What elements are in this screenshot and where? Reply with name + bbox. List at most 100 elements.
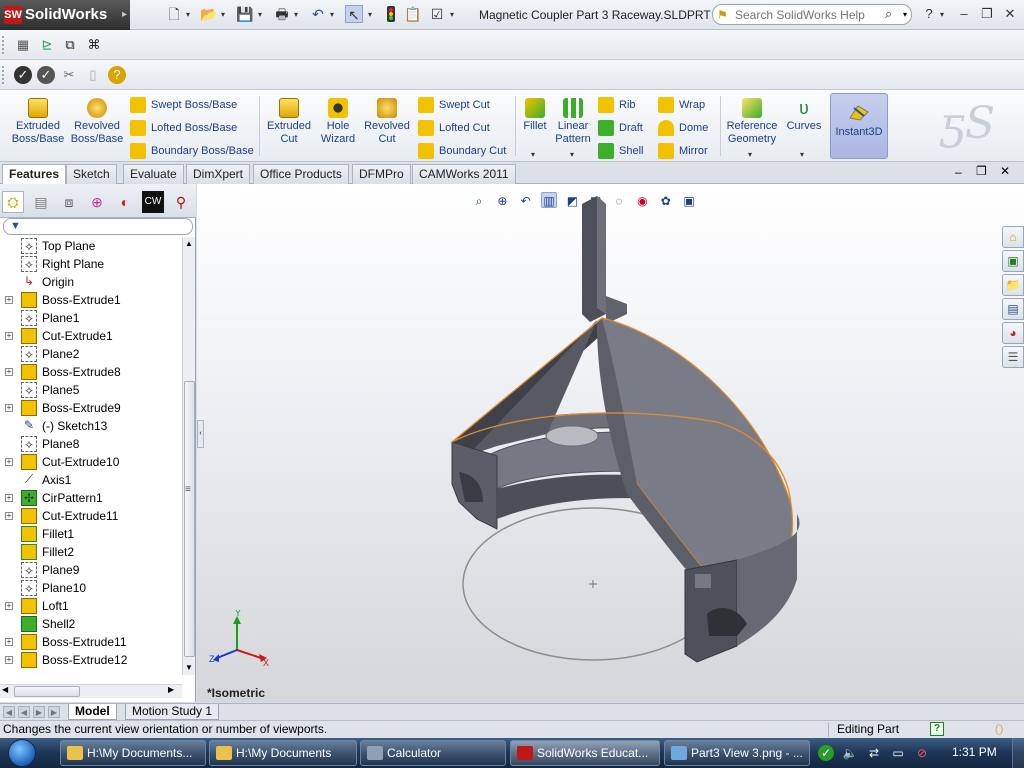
file-properties-icon[interactable]: 📋 [404,5,422,23]
expand-icon[interactable]: + [5,512,13,520]
fillet-dropdown-icon[interactable]: ▾ [531,150,535,159]
first-tab-icon[interactable]: ◀ [3,706,15,718]
tree-item[interactable]: + Boss-Extrude9 [0,399,182,417]
appearances-icon[interactable]: ◕ [1002,322,1024,344]
expand-icon[interactable]: + [5,494,13,502]
draft-button[interactable]: Draft [598,119,643,137]
mirror-button[interactable]: Mirror [658,142,708,160]
tree-item[interactable]: ⟡ Plane2 [0,345,182,363]
dimxpert-tab-icon[interactable]: ⊕ [86,191,108,213]
rebuild-check-icon[interactable]: ✓ [37,66,55,84]
reference-dropdown-icon[interactable]: ▾ [748,150,752,159]
taskbar-item[interactable]: Part3 View 3.png - ... [664,740,810,766]
tree-item[interactable]: + Cut-Extrude11 [0,507,182,525]
pattern-dropdown-icon[interactable]: ▾ [570,150,574,159]
dfmpro-tab-icon[interactable]: ⚲ [170,191,192,213]
search-icon[interactable]: ⌕ [885,6,892,22]
ok-icon[interactable]: ✓ [14,66,32,84]
feature-tree-tab-icon[interactable]: ⛭ [2,191,24,213]
view-palette-icon[interactable]: ▤ [1002,298,1024,320]
swept-boss-button[interactable]: Swept Boss/Base [130,96,237,114]
file-explorer-icon[interactable]: 📁 [1002,274,1024,296]
expand-icon[interactable]: + [5,404,13,412]
tree-item[interactable]: + Boss-Extrude11 [0,633,182,651]
fillet-button[interactable]: Fillet [520,98,550,133]
lofted-boss-button[interactable]: Lofted Boss/Base [130,119,237,137]
revolved-boss-button[interactable]: Revolved Boss/Base [70,98,124,146]
undo-icon[interactable]: ↶ [309,5,327,23]
boundary-boss-button[interactable]: Boundary Boss/Base [130,142,254,160]
rebuild-icon[interactable] [382,5,400,23]
expand-icon[interactable]: + [5,332,13,340]
tree-vertical-scrollbar[interactable]: ▲ ▼ [182,237,195,675]
tree-item[interactable]: Fillet2 [0,543,182,561]
expand-icon[interactable]: + [5,296,13,304]
dimension-icon[interactable]: ⌘ [85,36,103,54]
tree-item[interactable]: ⟡ Right Plane [0,255,182,273]
graphics-area[interactable]: ⌕ ⊕ ↶ ▥ ◩ ◧ ◌ ◉ ✿ ▣ [197,184,1024,702]
security-icon[interactable]: ✓ [818,745,834,761]
collapse-panel-icon[interactable]: ‹ [197,420,204,448]
lofted-cut-button[interactable]: Lofted Cut [418,119,490,137]
last-tab-icon[interactable]: ▶ [48,706,60,718]
tab-features[interactable]: Features [2,164,67,185]
expand-icon[interactable]: + [5,602,13,610]
tab-office-products[interactable]: Office Products [253,164,349,184]
options-dropdown-icon[interactable]: ▾ [450,10,454,19]
doc-minimize-button[interactable]: – [955,165,962,179]
solidworks-menu-button[interactable]: SW SolidWorks ▸ [0,0,130,30]
help-dropdown-icon[interactable]: ▾ [940,10,944,19]
instant3d-button[interactable]: Instant3D [830,93,888,159]
tree-item[interactable]: + Boss-Extrude12 [0,651,182,669]
search-dropdown-icon[interactable]: ▾ [903,10,907,19]
clock[interactable]: 1:31 PM [952,745,997,759]
curves-button[interactable]: ʋ Curves [784,98,824,133]
dome-button[interactable]: Dome [658,119,708,137]
expand-icon[interactable]: + [5,638,13,646]
help-button[interactable]: ? [920,6,938,22]
network-disconnected-icon[interactable]: ⊘ [914,745,930,761]
open-folder-icon[interactable]: 📂 [200,5,218,23]
new-document-icon[interactable]: 🗋 [165,5,183,23]
scroll-down-icon[interactable]: ▼ [185,663,193,672]
expand-icon[interactable]: + [5,368,13,376]
show-desktop-button[interactable] [1012,738,1024,768]
hole-wizard-button[interactable]: Hole Wizard [316,98,360,146]
doc-restore-button[interactable]: ❐ [976,164,987,178]
scroll-left-icon[interactable]: ◀ [2,685,8,694]
wrap-button[interactable]: Wrap [658,96,705,114]
boundary-cut-button[interactable]: Boundary Cut [418,142,506,160]
quick-tips-icon[interactable]: ? [930,722,944,736]
rib-button[interactable]: Rib [598,96,636,114]
tree-item[interactable]: + Cut-Extrude1 [0,327,182,345]
swept-cut-button[interactable]: Swept Cut [418,96,490,114]
tree-item[interactable]: ↳ Origin [0,273,182,291]
prev-tab-icon[interactable]: ◀ [18,706,30,718]
tree-item[interactable]: + Boss-Extrude1 [0,291,182,309]
tab-dfmpro[interactable]: DFMPro [352,164,411,184]
start-button[interactable] [4,738,46,768]
tree-item[interactable]: ⟡ Plane9 [0,561,182,579]
tree-item[interactable]: Fillet1 [0,525,182,543]
help-search-input[interactable] [735,7,885,22]
minimize-button[interactable]: – [955,6,973,22]
tree-item[interactable]: ⟡ Plane10 [0,579,182,597]
home-icon[interactable]: ⌂ [1002,226,1024,248]
tag-icon[interactable]: ⬯ [995,721,1003,738]
splitter-grip-icon[interactable]: ≡ [185,484,191,495]
tab-evaluate[interactable]: Evaluate [123,164,184,184]
tree-item[interactable]: Shell2 [0,615,182,633]
save-dropdown-icon[interactable]: ▾ [258,10,262,19]
tree-item[interactable]: + Boss-Extrude8 [0,363,182,381]
curves-dropdown-icon[interactable]: ▾ [800,150,804,159]
tab-model[interactable]: Model [68,704,117,720]
extruded-boss-button[interactable]: Extruded Boss/Base [10,98,66,146]
camworks-tab-icon[interactable]: CW [142,191,164,213]
next-tab-icon[interactable]: ▶ [33,706,45,718]
taskbar-item[interactable]: H:\My Documents [209,740,357,766]
print-icon[interactable]: 🖶 [273,5,291,23]
network-share-icon[interactable]: ⇄ [866,745,882,761]
select-arrow-icon[interactable]: ↖ [345,5,363,23]
tab-motion-study[interactable]: Motion Study 1 [125,704,220,720]
tree-horizontal-scrollbar[interactable]: ◀ ▶ [0,684,182,698]
